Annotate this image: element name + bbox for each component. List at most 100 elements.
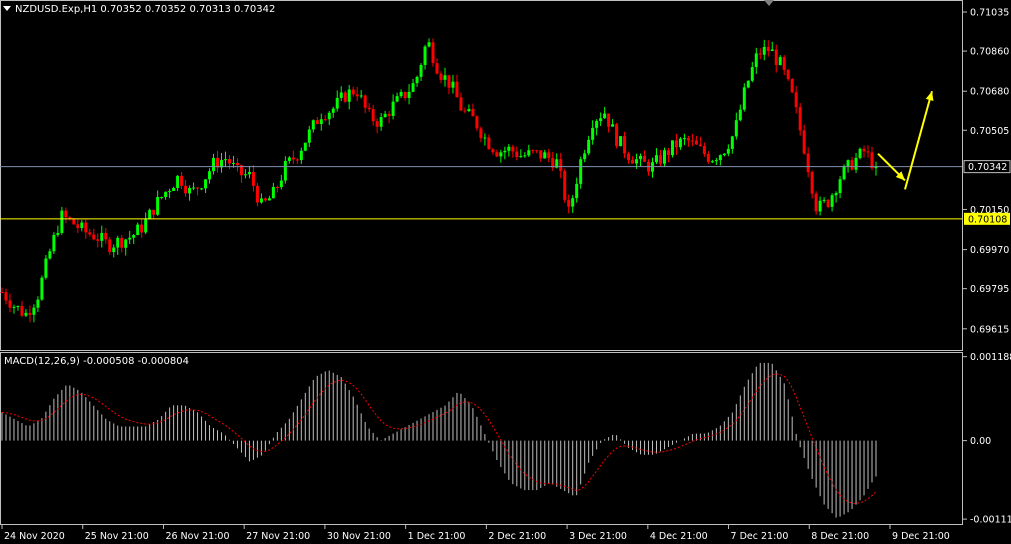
candle-body: [335, 97, 339, 109]
candle-body: [76, 224, 80, 228]
candle-body: [152, 209, 156, 215]
candle-body: [595, 121, 599, 128]
candle-body: [287, 157, 291, 161]
candle-body: [423, 46, 427, 65]
candle-body: [559, 159, 563, 172]
candle-body: [16, 306, 20, 308]
time-tick-label: 3 Dec 21:00: [569, 531, 627, 542]
candle-body: [535, 150, 539, 152]
price-tick-label: 0.69615: [970, 324, 1009, 335]
candle-body: [467, 109, 471, 112]
candle-body: [375, 121, 379, 127]
candle-body: [112, 247, 116, 253]
trading-chart[interactable]: NZDUSD.Exp,H1 0.70352 0.70352 0.70313 0.…: [0, 0, 1011, 544]
time-tick-label: 27 Nov 21:00: [246, 531, 310, 542]
candle-body: [60, 210, 64, 233]
candle-body: [591, 127, 595, 140]
candle-body: [96, 239, 100, 241]
candle-body: [315, 120, 319, 125]
candle-body: [702, 145, 706, 154]
candle-body: [275, 186, 279, 188]
candle-body: [866, 151, 870, 153]
price-lines[interactable]: 0.70342 0.70108: [0, 160, 1011, 226]
candle-body: [806, 153, 810, 173]
candle-body: [794, 92, 798, 108]
candle-body: [12, 306, 16, 308]
time-tick-label: 1 Dec 21:00: [408, 531, 466, 542]
symbol-menu-icon[interactable]: [3, 6, 11, 11]
candle-body: [802, 130, 806, 154]
candle-body: [599, 118, 603, 122]
candle-body: [583, 153, 587, 160]
candle-body: [24, 312, 28, 316]
candle-body: [363, 95, 367, 108]
candle-body: [208, 171, 212, 180]
candle-body: [4, 292, 8, 301]
candle-body: [826, 199, 830, 207]
candle-body: [854, 157, 858, 170]
candle-body: [212, 157, 216, 172]
candle-body: [543, 152, 547, 159]
price-tick-label: 0.69795: [970, 284, 1009, 295]
price-tick-label: 0.71035: [970, 8, 1009, 19]
candle-body: [40, 277, 44, 300]
candle-body: [32, 307, 36, 315]
macd-tick-label: -0.001111: [970, 515, 1011, 526]
candle-body: [72, 218, 76, 225]
candle-body: [391, 101, 395, 116]
macd-tick-label: 0.001188: [970, 352, 1011, 363]
annotation-arrows[interactable]: [877, 90, 934, 190]
candle-body: [427, 42, 431, 47]
candle-body: [80, 222, 84, 228]
candle-body: [778, 57, 782, 66]
candle-body: [223, 159, 227, 161]
candle-body: [383, 113, 387, 118]
candle-body: [694, 140, 698, 145]
candle-body: [359, 95, 363, 97]
candle-body: [319, 119, 323, 125]
time-tick-label: 2 Dec 21:00: [488, 531, 546, 542]
candle-body: [28, 312, 32, 315]
time-axis: 24 Nov 2020 25 Nov 21:00 26 Nov 21:00 27 No…: [1, 524, 950, 542]
time-tick-label: 26 Nov 21:00: [165, 531, 229, 542]
candle-body: [870, 152, 874, 169]
candle-body: [116, 237, 120, 248]
candle-body: [403, 91, 407, 98]
candle-body: [455, 81, 459, 98]
candle-body: [527, 150, 531, 156]
candle-body: [8, 300, 12, 308]
candle-body: [643, 155, 647, 162]
candle-body: [200, 188, 204, 190]
candle-body: [539, 150, 543, 159]
candle-body: [267, 198, 271, 201]
candle-body: [255, 185, 259, 203]
candle-body: [283, 160, 287, 181]
candle-body: [762, 46, 766, 55]
candle-body: [291, 157, 295, 160]
time-tick-label: 24 Nov 2020: [4, 531, 65, 542]
candle-body: [798, 107, 802, 131]
candle-body: [188, 187, 192, 194]
candle-body: [750, 67, 754, 81]
candle-body: [722, 153, 726, 156]
candle-body: [682, 138, 686, 140]
candle-body: [419, 64, 423, 77]
candle-body: [56, 232, 60, 235]
candle-body: [307, 129, 311, 143]
candle-body: [136, 224, 140, 236]
candle-body: [180, 175, 184, 186]
candle-body: [842, 166, 846, 180]
candle-body: [303, 142, 307, 151]
candle-body: [387, 113, 391, 116]
arrow-line[interactable]: [904, 90, 933, 190]
candle-body: [754, 53, 758, 68]
candle-body: [216, 157, 220, 168]
candle-body: [639, 155, 643, 160]
candle-body: [834, 193, 838, 196]
candle-body: [355, 94, 359, 97]
candle-body: [822, 199, 826, 201]
chart-shift-icon[interactable]: [764, 0, 774, 6]
candle-body: [164, 191, 168, 198]
price-tick-label: 0.70505: [970, 126, 1009, 137]
candle-body: [678, 138, 682, 148]
